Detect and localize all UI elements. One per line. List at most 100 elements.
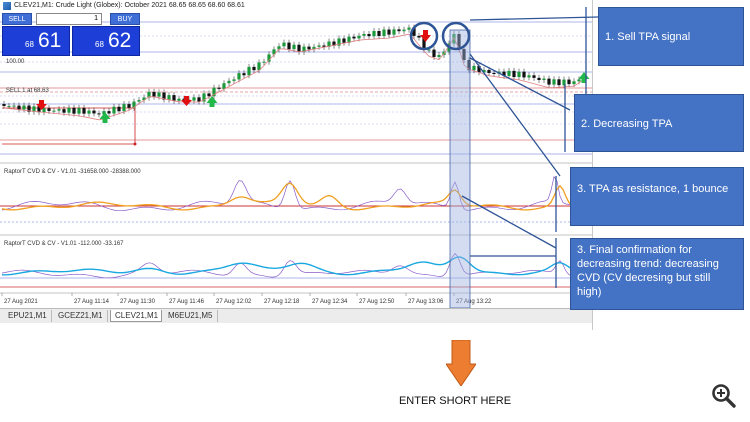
tab-clev21[interactable]: CLEV21,M1 <box>110 310 162 322</box>
chart-title: CLEV21,M1: Crude Light (Globex): October… <box>14 2 245 9</box>
candle-body <box>517 71 521 78</box>
candle-body <box>552 79 556 85</box>
buy-price-big: 62 <box>108 29 132 52</box>
candle-body <box>167 95 171 100</box>
candle-body <box>402 29 406 32</box>
callout-final-confirmation: 3. Final confirmation for decreasing tre… <box>570 238 744 310</box>
candle-body <box>207 93 211 97</box>
candle-body <box>407 27 411 30</box>
candle-body <box>577 79 581 82</box>
time-axis-label: 27 Aug 12:50 <box>359 299 395 305</box>
candle-body <box>17 105 21 110</box>
candle-body <box>522 71 526 78</box>
candle-body <box>282 42 286 47</box>
time-axis-label: 27 Aug 12:02 <box>216 299 252 305</box>
order-marker <box>133 142 137 146</box>
order-label: SELL 1 at 68.63 <box>6 88 49 94</box>
callout-decreasing-tpa: 2. Decreasing TPA <box>574 94 744 152</box>
candle-body <box>497 71 501 74</box>
candle-body <box>192 97 196 101</box>
buy-price-box[interactable]: 68 62 <box>72 26 140 56</box>
buy-button[interactable]: BUY <box>110 13 140 25</box>
candle-body <box>307 46 311 50</box>
candle-body <box>42 108 46 113</box>
chart-canvas[interactable]: 100.00 SELL 1 at 68.63 RaptorT CVD & CV … <box>0 12 592 308</box>
candle-body <box>542 78 546 80</box>
enter-short-label: ENTER SHORT HERE <box>398 395 512 407</box>
candle-body <box>487 69 491 73</box>
candle-body <box>367 33 371 37</box>
one-click-trade-panel: SELL 1 BUY 68 61 68 62 <box>2 13 140 56</box>
time-axis-label: 27 Aug 11:30 <box>120 299 156 305</box>
candle-body <box>532 75 536 78</box>
candle-body <box>502 71 506 76</box>
indicator2-label: RaptorT CVD & CV - V1.01 -112.000 -33.16… <box>4 241 124 247</box>
candle-body <box>237 73 241 80</box>
candle-body <box>392 29 396 35</box>
entry-highlight-column <box>449 29 471 308</box>
candle-body <box>52 110 56 112</box>
candle-body <box>222 83 226 89</box>
candle-body <box>177 98 181 101</box>
candle-body <box>547 78 551 85</box>
indicator2-cvd-line <box>1 252 591 279</box>
candle-body <box>412 27 416 36</box>
candle-body <box>297 44 301 52</box>
candle-body <box>247 66 251 76</box>
candle-body <box>372 31 376 37</box>
sell-price-big: 61 <box>38 29 62 52</box>
down-arrow-icon <box>446 340 476 386</box>
time-axis-label: 27 Aug 12:34 <box>312 299 348 305</box>
candle-body <box>262 61 266 63</box>
callout-sell-tpa: 1. Sell TPA signal <box>598 7 744 66</box>
volume-field[interactable]: 1 <box>36 13 102 25</box>
candle-body <box>427 49 431 51</box>
candle-body <box>482 69 486 73</box>
candle-body <box>357 35 361 39</box>
chart-tab-bar: EPU21,M1 GCEZ21,M1 CLEV21,M1 M6EU21,M5 <box>0 308 592 323</box>
tab-epu21[interactable]: EPU21,M1 <box>4 310 52 322</box>
candle-body <box>527 75 531 78</box>
candle-body <box>537 77 541 80</box>
candle-body <box>67 107 71 113</box>
candle-body <box>562 79 566 86</box>
candle-body <box>117 106 121 112</box>
candle-body <box>87 110 91 114</box>
candle-body <box>217 87 221 89</box>
candle-body <box>317 45 321 47</box>
time-axis: 27 Aug 2021 27 Aug 11:14 27 Aug 11:30 27 Au… <box>1 293 492 305</box>
tab-m6eu21[interactable]: M6EU21,M5 <box>164 310 218 322</box>
candle-body <box>292 44 296 50</box>
tab-gcez21[interactable]: GCEZ21,M1 <box>54 310 108 322</box>
candle-body <box>22 105 26 110</box>
candle-body <box>72 107 76 114</box>
candle-body <box>437 54 441 57</box>
candle-body <box>512 70 516 78</box>
candle-body <box>572 81 576 85</box>
candle-body <box>122 104 126 112</box>
sell-button[interactable]: SELL <box>2 13 32 25</box>
candle-body <box>107 111 111 114</box>
candle-body <box>77 107 81 114</box>
candle-body <box>387 29 391 35</box>
callout-tpa-resistance: 3. TPA as resistance, 1 bounce <box>570 167 744 226</box>
zoom-in-icon[interactable] <box>711 383 737 409</box>
level-label: 100.00 <box>6 59 25 65</box>
candle-body <box>362 33 366 36</box>
candle-body <box>152 91 156 97</box>
candle-body <box>557 79 561 86</box>
sell-price-box[interactable]: 68 61 <box>2 26 70 56</box>
candle-body <box>567 79 571 85</box>
candle-body <box>352 36 356 39</box>
candle-body <box>172 95 176 101</box>
candle-body <box>47 108 51 111</box>
candle-body <box>252 66 256 71</box>
buy-price-small: 68 <box>95 40 104 49</box>
candle-body <box>62 109 66 113</box>
candle-body <box>7 105 11 107</box>
sell-price-small: 68 <box>25 40 34 49</box>
candle-body <box>472 65 476 71</box>
candle-body <box>157 92 161 97</box>
chart-window: CLEV21,M1: Crude Light (Globex): October… <box>0 0 593 330</box>
candle-body <box>382 29 386 36</box>
